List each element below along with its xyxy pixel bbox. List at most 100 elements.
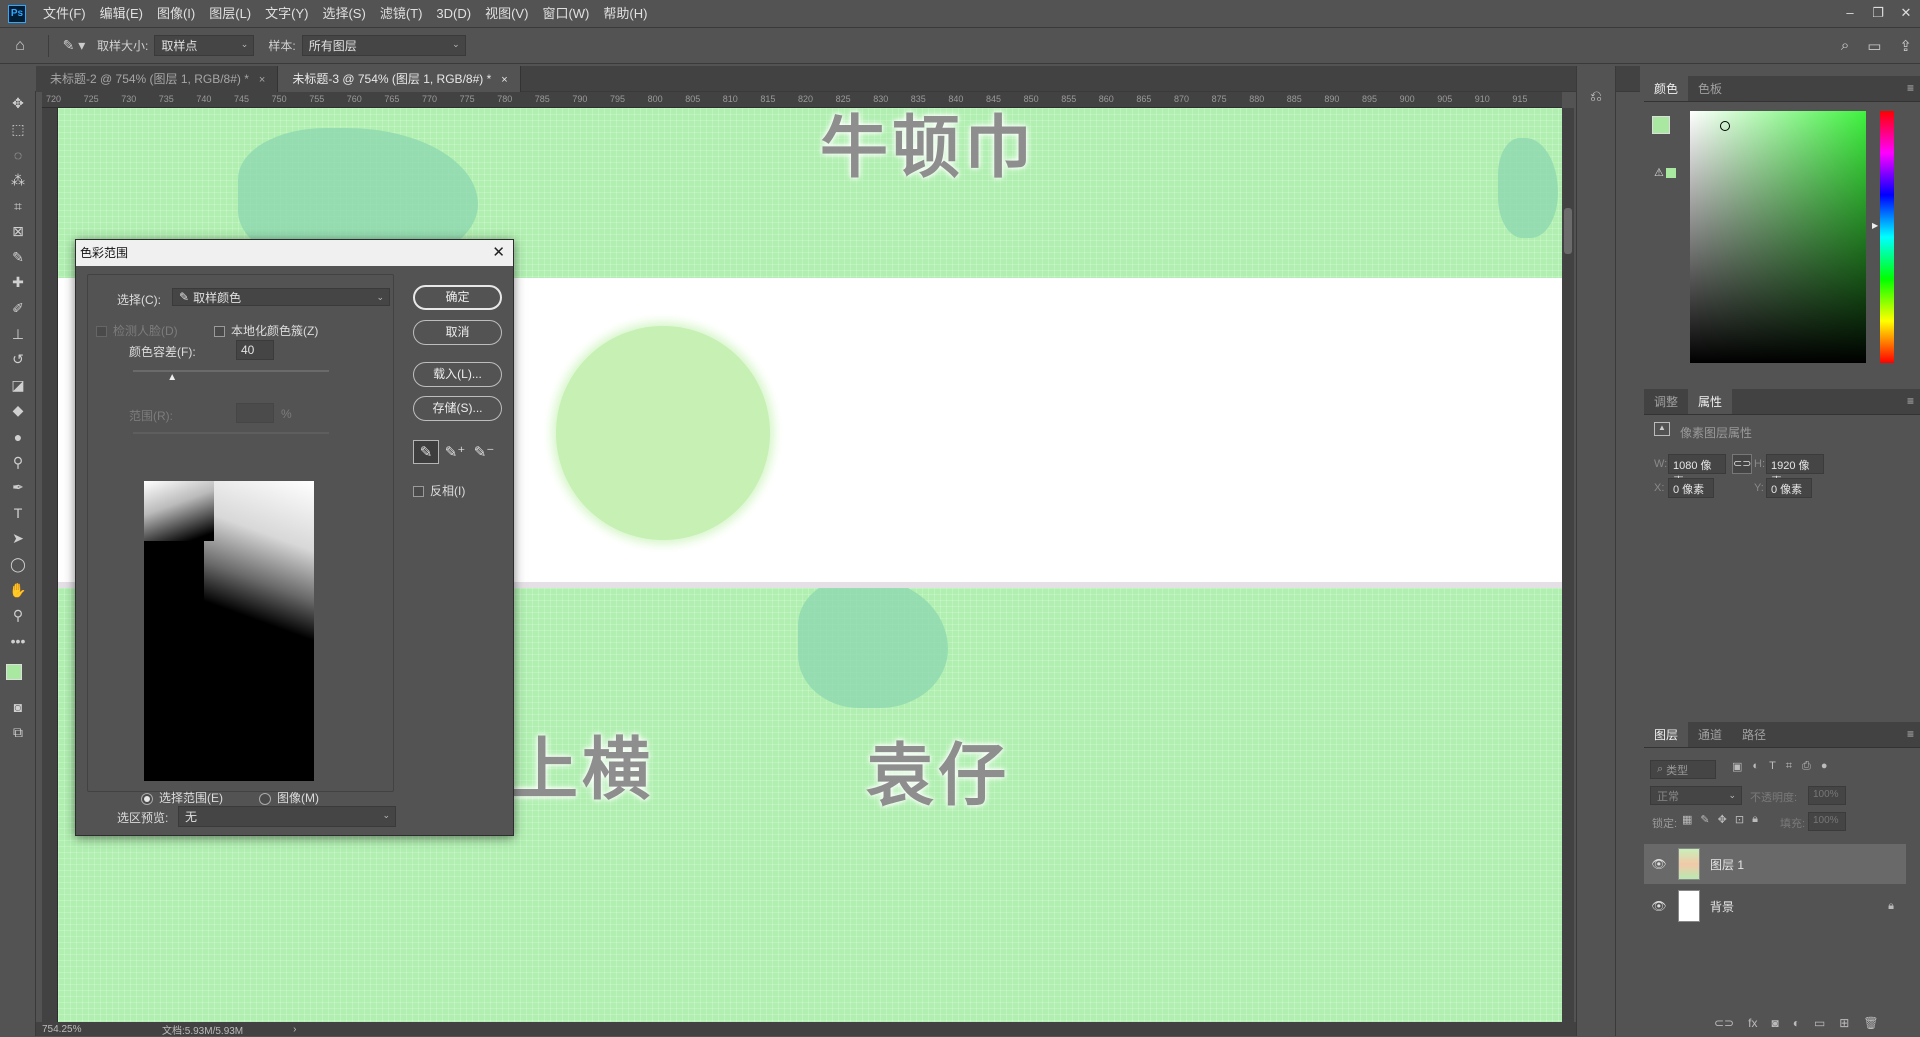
delete-layer-icon[interactable]: 🗑︎ xyxy=(1863,1016,1878,1030)
scrollbar-thumb[interactable] xyxy=(1564,208,1572,254)
more-tools-icon[interactable]: ••• xyxy=(0,628,36,654)
quick-mask-icon[interactable]: ◙ xyxy=(0,694,36,720)
layer-row[interactable]: 👁︎ 图层 1 xyxy=(1644,844,1906,884)
lock-artboard-icon[interactable]: ⊡ xyxy=(1735,813,1744,826)
vertical-scrollbar[interactable] xyxy=(1562,108,1574,1022)
home-icon[interactable]: ⌂ xyxy=(0,37,40,55)
radio-selection-option[interactable]: 选择范围(E) xyxy=(141,789,223,806)
lock-image-icon[interactable]: ✎ xyxy=(1700,813,1709,826)
fx-icon[interactable]: fx xyxy=(1748,1016,1757,1030)
hand-tool-icon[interactable]: ✋ xyxy=(0,577,36,603)
menu-file[interactable]: 文件(F) xyxy=(36,0,93,28)
layer-name[interactable]: 图层 1 xyxy=(1710,856,1744,873)
ok-button[interactable]: 确定 xyxy=(413,285,502,310)
tab-color[interactable]: 颜色 xyxy=(1644,76,1689,101)
radio-selection[interactable] xyxy=(141,792,153,805)
smart-object-filter-icon[interactable]: ⎙ xyxy=(1802,760,1811,773)
new-layer-icon[interactable]: ⊞ xyxy=(1839,1016,1849,1030)
restore-button[interactable]: ❐ xyxy=(1864,0,1892,28)
sample-dropdown[interactable]: 所有图层 ⌄ xyxy=(301,35,466,56)
ellipse-tool-icon[interactable]: ◯ xyxy=(0,552,36,578)
cancel-button[interactable]: 取消 xyxy=(413,320,502,345)
filter-toggle-icon[interactable]: ● xyxy=(1821,760,1828,773)
search-icon[interactable]: ⌕ xyxy=(1841,37,1849,55)
tab-paths[interactable]: 路径 xyxy=(1732,722,1776,747)
status-arrow[interactable]: › xyxy=(293,1024,296,1035)
eraser-tool-icon[interactable]: ◪ xyxy=(0,373,36,399)
tab-layers[interactable]: 图层 xyxy=(1644,722,1689,747)
eyedropper-tool-icon[interactable]: ✎ xyxy=(0,245,36,271)
new-group-icon[interactable]: ▭ xyxy=(1814,1016,1825,1030)
healing-brush-tool-icon[interactable]: ✚ xyxy=(0,270,36,296)
history-icon[interactable]: ⎌ xyxy=(1577,88,1615,105)
crop-tool-icon[interactable]: ⌗ xyxy=(0,193,36,219)
panel-menu-icon[interactable]: ≡ xyxy=(1907,722,1914,746)
frame-tool-icon[interactable]: ⊠ xyxy=(0,219,36,245)
menu-help[interactable]: 帮助(H) xyxy=(596,0,654,28)
type-tool-icon[interactable]: T xyxy=(0,501,36,527)
lock-transparent-icon[interactable]: ▦ xyxy=(1682,813,1692,826)
width-input[interactable]: 1080 像素 xyxy=(1668,454,1726,488)
pixel-filter-icon[interactable]: ▣ xyxy=(1732,760,1742,773)
lasso-tool-icon[interactable]: ◌ xyxy=(0,142,36,168)
y-input[interactable]: 0 像素 xyxy=(1766,478,1812,498)
paint-bucket-tool-icon[interactable]: ◆ xyxy=(0,398,36,424)
subtract-from-sample-icon[interactable]: ✎⁻ xyxy=(471,440,497,464)
x-input[interactable]: 0 像素 xyxy=(1668,478,1714,498)
lock-position-icon[interactable]: ✥ xyxy=(1718,813,1727,826)
path-selection-tool-icon[interactable]: ➤ xyxy=(0,526,36,552)
menu-layer[interactable]: 图层(L) xyxy=(202,0,258,28)
dodge-tool-icon[interactable]: ⚲ xyxy=(0,449,36,475)
localized-clusters-option[interactable]: 本地化颜色簇(Z) xyxy=(214,322,318,339)
menu-3d[interactable]: 3D(D) xyxy=(429,0,478,28)
color-picker-cursor[interactable] xyxy=(1720,121,1730,131)
selection-preview-dropdown[interactable]: 无 ⌄ xyxy=(178,806,396,827)
foreground-color-swatch[interactable] xyxy=(1652,116,1670,134)
sample-size-dropdown[interactable]: 取样点 ⌄ xyxy=(154,35,255,56)
tab-adjustments[interactable]: 调整 xyxy=(1644,389,1688,414)
radio-image[interactable] xyxy=(259,792,271,805)
adjustment-filter-icon[interactable]: ◐ xyxy=(1752,760,1759,773)
clone-stamp-tool-icon[interactable]: ⊥ xyxy=(0,321,36,347)
tab-channels[interactable]: 通道 xyxy=(1688,722,1732,747)
menu-image[interactable]: 图像(I) xyxy=(150,0,202,28)
workspace-icon[interactable]: ▭ xyxy=(1867,37,1881,55)
pen-tool-icon[interactable]: ✒ xyxy=(0,475,36,501)
visibility-eye-icon[interactable]: 👁︎ xyxy=(1644,857,1674,871)
panel-menu-icon[interactable]: ≡ xyxy=(1907,389,1914,413)
share-icon[interactable]: ⇪ xyxy=(1899,37,1912,55)
tab-untitled-2[interactable]: 未标题-2 @ 754% (图层 1, RGB/8#) * × xyxy=(36,66,279,92)
shape-filter-icon[interactable]: ⌗ xyxy=(1786,760,1792,773)
menu-select[interactable]: 选择(S) xyxy=(315,0,372,28)
menu-type[interactable]: 文字(Y) xyxy=(258,0,315,28)
add-to-sample-icon[interactable]: ✎⁺ xyxy=(442,440,468,464)
hue-slider[interactable] xyxy=(1880,111,1894,363)
menu-view[interactable]: 视图(V) xyxy=(478,0,535,28)
history-brush-tool-icon[interactable]: ↺ xyxy=(0,347,36,373)
screen-mode-icon[interactable]: ⧉ xyxy=(0,720,36,746)
height-input[interactable]: 1920 像素 xyxy=(1766,454,1824,488)
invert-checkbox[interactable] xyxy=(413,486,424,498)
invert-option[interactable]: 反相(I) xyxy=(413,482,465,499)
localized-clusters-checkbox[interactable] xyxy=(214,326,225,338)
load-button[interactable]: 载入(L)... xyxy=(413,362,502,387)
close-window-button[interactable]: ✕ xyxy=(1892,0,1920,28)
layer-name[interactable]: 背景 xyxy=(1710,898,1734,915)
move-tool-icon[interactable]: ✥ xyxy=(0,91,36,117)
tab-properties[interactable]: 属性 xyxy=(1688,389,1733,414)
layer-row[interactable]: 👁︎ 背景 🔒︎ xyxy=(1644,886,1906,926)
tab-close-icon[interactable]: × xyxy=(501,74,507,86)
panel-menu-icon[interactable]: ≡ xyxy=(1907,76,1914,100)
visibility-eye-icon[interactable]: 👁︎ xyxy=(1644,899,1674,913)
link-icon[interactable]: ⊂⊃ xyxy=(1732,454,1752,474)
magic-wand-tool-icon[interactable]: ⁂ xyxy=(0,168,36,194)
marquee-tool-icon[interactable]: ⬚ xyxy=(0,117,36,143)
tab-untitled-3[interactable]: 未标题-3 @ 754% (图层 1, RGB/8#) * × xyxy=(278,66,521,92)
tab-close-icon[interactable]: × xyxy=(259,74,265,86)
foreground-color-swatch[interactable] xyxy=(6,664,22,681)
zoom-level[interactable]: 754.25% xyxy=(36,1024,122,1035)
menu-filter[interactable]: 滤镜(T) xyxy=(373,0,430,28)
adjustment-layer-icon[interactable]: ◐ xyxy=(1793,1016,1800,1030)
fuzziness-slider-track[interactable] xyxy=(133,370,329,372)
type-filter-icon[interactable]: T xyxy=(1769,760,1776,773)
